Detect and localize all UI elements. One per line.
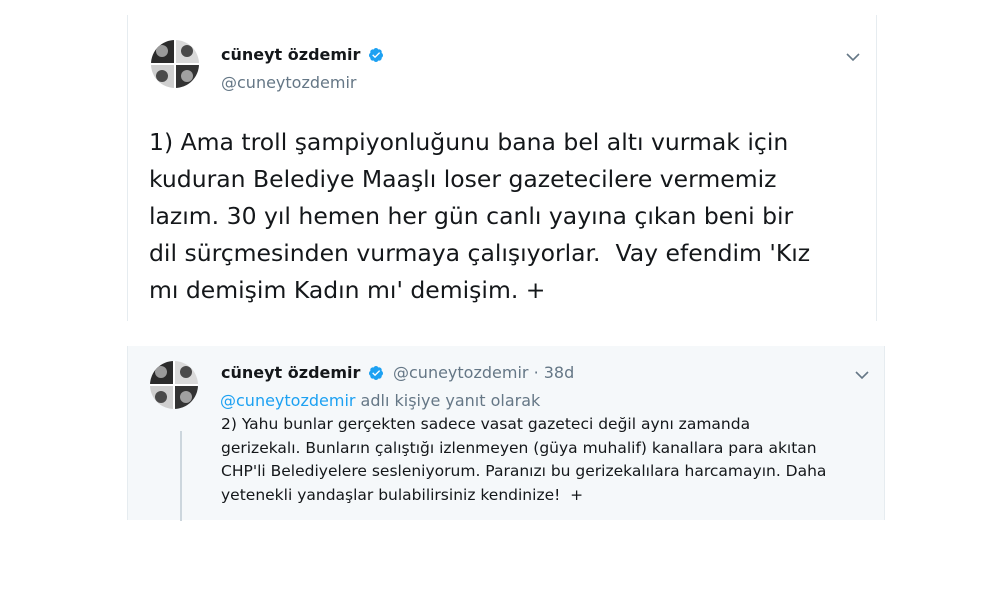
- timestamp[interactable]: 38d: [544, 363, 575, 382]
- author-handle[interactable]: @cuneytozdemir: [221, 73, 356, 92]
- avatar[interactable]: [150, 361, 198, 409]
- reply-header-meta: @cuneytozdemir · 38d: [393, 363, 574, 382]
- chevron-down-icon[interactable]: [854, 369, 870, 381]
- thread-line: [180, 431, 182, 521]
- author-handle[interactable]: @cuneytozdemir: [393, 363, 528, 382]
- main-tweet: cüneyt özdemir @cuneytozdemir 1) Ama tro…: [127, 15, 877, 321]
- reply-to-link[interactable]: @cuneytozdemir: [220, 391, 355, 410]
- chevron-down-icon[interactable]: [845, 51, 861, 63]
- reply-context-suffix: adlı kişiye yanıt olarak: [355, 391, 541, 410]
- verified-badge-icon: [368, 366, 383, 380]
- tweet-text: 2) Yahu bunlar gerçekten sadece vasat ga…: [221, 415, 827, 504]
- tweet-text: 1) Ama troll şampiyonluğunu bana bel alt…: [149, 128, 811, 304]
- author-name[interactable]: cüneyt özdemir: [221, 363, 360, 382]
- author-name[interactable]: cüneyt özdemir: [221, 45, 360, 64]
- reply-context: @cuneytozdemir adlı kişiye yanıt olarak: [220, 391, 540, 410]
- verified-badge-icon: [368, 48, 383, 62]
- avatar[interactable]: [151, 40, 199, 88]
- separator: ·: [533, 363, 539, 382]
- reply-tweet[interactable]: cüneyt özdemir @cuneytozdemir · 38d @cun…: [127, 346, 885, 521]
